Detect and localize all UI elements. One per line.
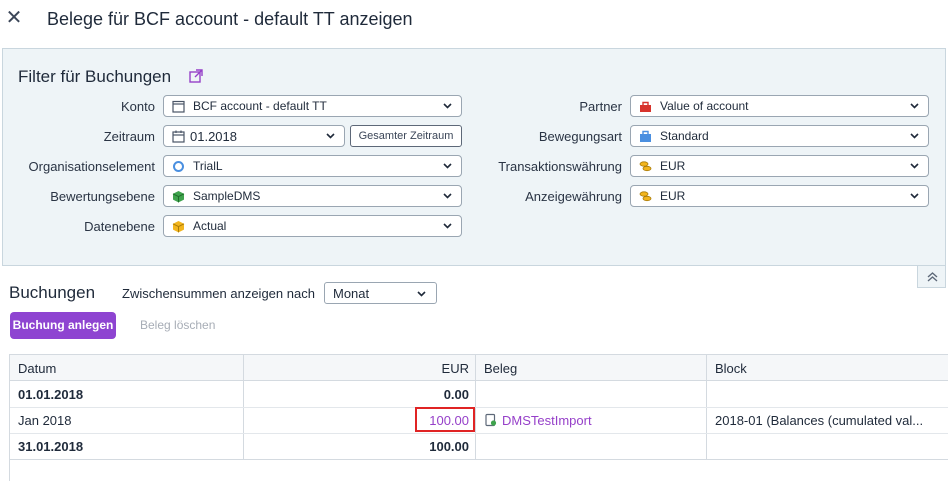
filter-title: Filter für Buchungen <box>18 67 172 86</box>
row-amount: 0.00 <box>443 387 469 402</box>
chevron-down-icon <box>910 193 919 199</box>
page-title: Belege für BCF account - default TT anze… <box>47 9 413 29</box>
datenebene-label: Datenebene <box>84 219 155 234</box>
calendar-icon <box>172 100 185 113</box>
organisationselement-label: Organisationselement <box>28 159 155 174</box>
external-link-icon[interactable] <box>189 69 203 83</box>
chevron-double-up-icon <box>927 272 938 282</box>
chevron-down-icon <box>443 193 452 199</box>
datenebene-value: Actual <box>193 219 227 233</box>
row-divider <box>10 433 948 434</box>
calendar-icon <box>172 130 185 143</box>
bookings-table: Datum EUR Beleg Block 01.01.2018 0.00 Ja… <box>9 354 948 481</box>
chevron-down-icon <box>910 163 919 169</box>
org-unit-icon <box>173 161 184 172</box>
cube-icon <box>172 221 185 233</box>
transaktionswaehrung-select[interactable]: EUR <box>630 155 929 177</box>
chevron-down-icon <box>443 103 452 109</box>
anzeigewaehrung-select[interactable]: EUR <box>630 185 929 207</box>
coins-icon <box>639 191 652 202</box>
partner-value: Value of account <box>660 99 749 113</box>
bookings-title: Buchungen <box>9 283 96 302</box>
highlight-box <box>415 407 475 432</box>
anzeigewaehrung-value: EUR <box>660 189 686 203</box>
bewegungsart-value: Standard <box>660 129 709 143</box>
row-date: Jan 2018 <box>18 413 72 428</box>
konto-label: Konto <box>121 99 155 114</box>
row-divider <box>10 459 948 460</box>
row-block: 2018-01 (Balances (cumulated val... <box>715 413 924 428</box>
bewertungsebene-label: Bewertungsebene <box>50 189 155 204</box>
chevron-down-icon <box>417 291 426 297</box>
konto-value: BCF account - default TT <box>193 99 327 113</box>
filter-panel: Filter für Buchungen Konto BCF account -… <box>2 48 946 266</box>
chevron-down-icon <box>910 133 919 139</box>
bewertungsebene-select[interactable]: SampleDMS <box>163 185 462 207</box>
organisationselement-value: TrialL <box>193 159 223 173</box>
anzeigewaehrung-label: Anzeigewährung <box>525 189 622 204</box>
row-date: 01.01.2018 <box>18 387 84 402</box>
zeitraum-select[interactable]: 01.2018 <box>163 125 345 147</box>
table-header: Datum EUR Beleg Block <box>10 355 948 381</box>
close-icon[interactable]: ✕ <box>4 8 24 28</box>
chevron-down-icon <box>443 163 452 169</box>
column-header-block[interactable]: Block <box>715 361 747 376</box>
transaktionswaehrung-label: Transaktionswährung <box>498 159 622 174</box>
konto-select[interactable]: BCF account - default TT <box>163 95 462 117</box>
partner-label: Partner <box>579 99 622 114</box>
movement-type-icon <box>640 130 651 142</box>
datenebene-select[interactable]: Actual <box>163 215 462 237</box>
title-bar: ✕ Belege für BCF account - default TT an… <box>0 0 948 40</box>
zeitraum-value: 01.2018 <box>190 129 237 144</box>
bewegungsart-select[interactable]: Standard <box>630 125 929 147</box>
row-date: 31.01.2018 <box>18 439 84 454</box>
partner-select[interactable]: Value of account <box>630 95 929 117</box>
transaktionswaehrung-value: EUR <box>660 159 686 173</box>
row-amount: 100.00 <box>429 439 469 454</box>
cube-icon <box>172 191 185 203</box>
bewegungsart-label: Bewegungsart <box>538 129 622 144</box>
column-header-beleg[interactable]: Beleg <box>484 361 517 376</box>
subtotal-label: Zwischensummen anzeigen nach <box>122 286 315 301</box>
chevron-down-icon <box>910 103 919 109</box>
organisationselement-select[interactable]: TrialL <box>163 155 462 177</box>
subtotal-select[interactable]: Monat <box>324 282 437 304</box>
document-link[interactable]: DMSTestImport <box>502 413 592 428</box>
column-header-eur[interactable]: EUR <box>244 361 469 376</box>
partner-icon <box>640 101 651 112</box>
bewertungsebene-value: SampleDMS <box>193 189 261 203</box>
chevron-down-icon <box>443 223 452 229</box>
gesamter-zeitraum-button[interactable]: Gesamter Zeitraum <box>350 125 462 147</box>
create-booking-button[interactable]: Buchung anlegen <box>10 312 116 339</box>
row-divider <box>10 407 948 408</box>
chevron-down-icon <box>326 133 335 139</box>
subtotal-value: Monat <box>333 286 370 301</box>
delete-document-button: Beleg löschen <box>140 318 216 332</box>
column-header-datum[interactable]: Datum <box>18 361 56 376</box>
coins-icon <box>639 161 652 172</box>
collapse-filter-button[interactable] <box>917 266 946 288</box>
zeitraum-label: Zeitraum <box>103 129 155 144</box>
document-icon <box>485 413 497 427</box>
